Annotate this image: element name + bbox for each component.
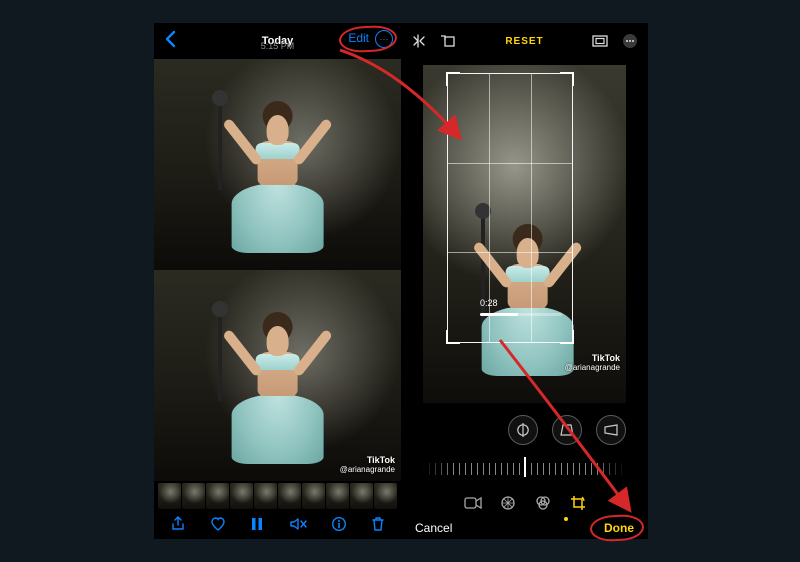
watermark-brand: TikTok xyxy=(592,353,620,363)
straighten-button[interactable] xyxy=(508,415,538,445)
perspective-controls xyxy=(401,415,648,445)
crop-frame[interactable]: 0:28 xyxy=(447,73,573,343)
photos-bottom-toolbar xyxy=(154,509,401,539)
crop-handle-tr[interactable] xyxy=(560,72,574,86)
thumbnail[interactable] xyxy=(206,483,229,509)
flip-icon[interactable] xyxy=(411,34,427,48)
vertical-perspective-button[interactable] xyxy=(552,415,582,445)
editor-footer: Cancel Done xyxy=(401,517,648,539)
heart-icon[interactable] xyxy=(210,516,226,532)
thumbnail[interactable] xyxy=(182,483,205,509)
tiktok-watermark: TikTok @arianagrande xyxy=(565,354,620,373)
scrub-bar[interactable] xyxy=(480,313,562,316)
tab-filters-icon[interactable] xyxy=(534,495,552,511)
watermark-brand: TikTok xyxy=(367,455,395,465)
preview-frame-bottom: TikTok @arianagrande xyxy=(154,270,401,481)
video-preview-area[interactable]: TikTok @arianagrande xyxy=(154,59,401,481)
thumbnail[interactable] xyxy=(230,483,253,509)
thumbnail[interactable] xyxy=(302,483,325,509)
crop-handle-tl[interactable] xyxy=(446,72,460,86)
screenshot-stage: Today 5:15 PM Edit ⋯ xyxy=(154,23,648,539)
crop-handle-br[interactable] xyxy=(560,330,574,344)
thumbnail[interactable] xyxy=(326,483,349,509)
info-icon[interactable] xyxy=(331,516,347,532)
thumbnail[interactable] xyxy=(254,483,277,509)
editor-mode-tabs xyxy=(401,491,648,515)
pause-icon[interactable] xyxy=(250,516,264,532)
scrubber-thumbnails[interactable] xyxy=(154,483,401,509)
speaker-muted-icon[interactable] xyxy=(289,516,307,532)
timecode-label: 0:28 xyxy=(480,298,498,308)
share-icon[interactable] xyxy=(170,516,186,532)
aspect-ratio-icon[interactable] xyxy=(592,34,608,48)
trash-icon[interactable] xyxy=(371,516,385,532)
watermark-handle: @arianagrande xyxy=(565,363,620,372)
thumbnail[interactable] xyxy=(278,483,301,509)
tab-adjust-icon[interactable] xyxy=(500,495,516,511)
photos-header: Today 5:15 PM Edit ⋯ xyxy=(154,23,401,59)
thumbnail[interactable] xyxy=(374,483,397,509)
more-button[interactable]: ⋯ xyxy=(375,30,393,48)
preview-frame-top xyxy=(154,59,401,270)
tab-video-icon[interactable] xyxy=(464,496,482,510)
thumbnail[interactable] xyxy=(158,483,181,509)
tiktok-watermark: TikTok @arianagrande xyxy=(340,456,395,475)
rotate-icon[interactable] xyxy=(441,34,457,48)
cancel-button[interactable]: Cancel xyxy=(415,521,452,535)
watermark-handle: @arianagrande xyxy=(340,465,395,474)
straighten-dial[interactable] xyxy=(423,455,626,481)
reset-button[interactable]: RESET xyxy=(505,36,543,47)
crop-header: RESET xyxy=(401,23,648,59)
photos-viewer-pane: Today 5:15 PM Edit ⋯ xyxy=(154,23,401,539)
horizontal-perspective-button[interactable] xyxy=(596,415,626,445)
crop-handle-bl[interactable] xyxy=(446,330,460,344)
crop-editor-pane: RESET TikTok @arianag xyxy=(401,23,648,539)
more-icon[interactable] xyxy=(622,33,638,49)
crop-canvas[interactable]: TikTok @arianagrande 0:28 xyxy=(401,59,648,409)
tab-crop-icon[interactable] xyxy=(570,495,586,511)
thumbnail[interactable] xyxy=(350,483,373,509)
edit-button[interactable]: Edit xyxy=(348,31,369,45)
done-button[interactable]: Done xyxy=(604,521,634,535)
